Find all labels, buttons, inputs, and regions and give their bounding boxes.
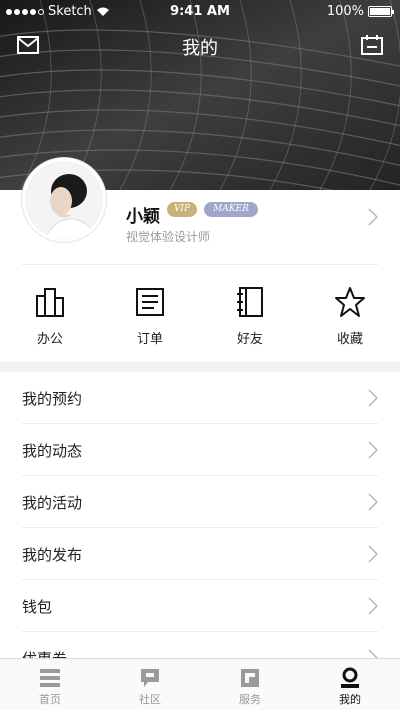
chevron-right-icon [368, 493, 378, 511]
menu-item-activities[interactable]: 我的活动 [22, 476, 378, 528]
chevron-right-icon [368, 545, 378, 563]
community-icon [141, 669, 159, 687]
profile-subtitle: 视觉体验设计师 [126, 230, 211, 244]
quick-actions: 办公 订单 好友 收藏 [0, 280, 400, 360]
menu-item-appointments[interactable]: 我的预约 [22, 372, 378, 424]
vip-badge: VIP [167, 202, 197, 217]
action-orders[interactable]: 订单 [100, 280, 200, 360]
battery-percent: 100% [326, 4, 364, 19]
page-title: 我的 [182, 38, 218, 59]
chevron-right-icon [368, 441, 378, 459]
chevron-right-icon [368, 389, 378, 407]
order-list-icon [136, 288, 164, 316]
office-building-icon [36, 288, 64, 317]
tab-profile[interactable]: 我的 [300, 659, 400, 710]
tab-community[interactable]: 社区 [100, 659, 200, 710]
menu-item-label: 我的活动 [22, 494, 83, 512]
action-label-favorites: 收藏 [336, 332, 363, 347]
menu-item-label: 我的发布 [22, 546, 83, 564]
profile-card[interactable]: 小颖 VIP MAKER 视觉体验设计师 [0, 158, 400, 265]
menu-item-feeds[interactable]: 我的动态 [22, 424, 378, 476]
home-icon [40, 669, 60, 687]
menu-item-posts[interactable]: 我的发布 [22, 528, 378, 580]
tab-label: 社区 [139, 693, 161, 706]
star-icon [335, 287, 365, 317]
chevron-right-icon [368, 208, 378, 226]
menu-item-label: 我的动态 [22, 442, 83, 460]
status-bar: Sketch 9:41 AM 100% [0, 0, 400, 24]
tab-service[interactable]: 服务 [200, 659, 300, 710]
tab-home[interactable]: 首页 [0, 659, 100, 710]
menu-list: 我的预约 我的动态 我的活动 我的发布 钱包 优惠券 [0, 372, 400, 684]
profile-icon [341, 667, 359, 688]
tab-label: 首页 [39, 693, 61, 706]
tab-label: 服务 [239, 693, 261, 706]
menu-item-label: 我的预约 [22, 390, 83, 408]
action-favorites[interactable]: 收藏 [300, 280, 400, 360]
status-right: 100% [326, 4, 394, 19]
avatar[interactable] [22, 158, 106, 242]
divider [22, 264, 378, 265]
avatar-image [25, 161, 103, 239]
battery-icon [368, 6, 394, 17]
menu-item-label: 钱包 [22, 598, 53, 616]
action-label-friends: 好友 [236, 332, 263, 347]
menu-item-wallet[interactable]: 钱包 [22, 580, 378, 632]
tab-label: 我的 [339, 693, 361, 706]
service-icon [241, 669, 259, 687]
notebook-icon [237, 287, 263, 317]
section-divider [0, 362, 400, 372]
action-friends[interactable]: 好友 [200, 280, 300, 360]
maker-badge: MAKER [204, 202, 258, 217]
calendar-edit-icon[interactable] [360, 34, 384, 56]
action-label-office: 办公 [36, 332, 63, 347]
tab-bar: 首页 社区 服务 我的 [0, 658, 400, 710]
chevron-right-icon [368, 597, 378, 615]
action-office[interactable]: 办公 [0, 280, 100, 360]
action-label-orders: 订单 [136, 332, 163, 347]
username: 小颖 [126, 207, 160, 227]
